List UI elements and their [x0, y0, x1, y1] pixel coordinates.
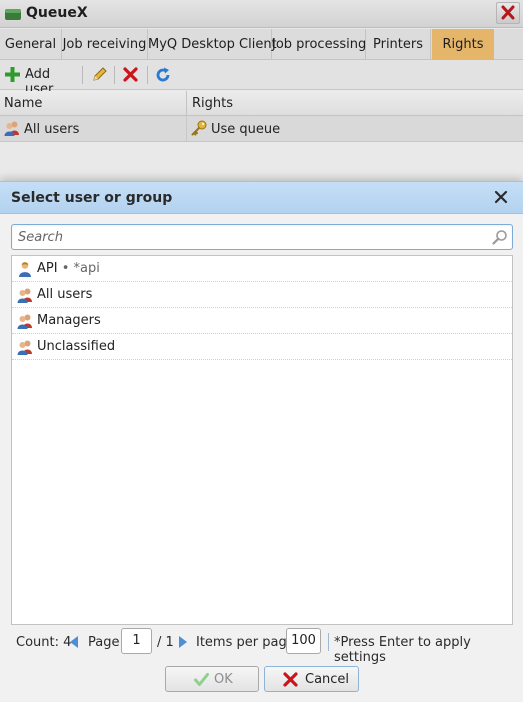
column-header-rights[interactable]: Rights: [187, 91, 523, 116]
list-item-label: API • *api: [37, 261, 100, 276]
list-item[interactable]: Managers: [12, 308, 512, 334]
toolbar-divider: [114, 66, 115, 84]
group-icon: [4, 121, 19, 136]
dialog-header: Select user or group: [0, 182, 523, 214]
delete-icon: [283, 672, 298, 687]
row-name-cell: All users: [4, 120, 79, 137]
refresh-button[interactable]: [153, 64, 173, 86]
group-icon: [17, 288, 32, 303]
list-item-label: Unclassified: [37, 339, 116, 354]
select-user-dialog: Select user or group API • *api: [0, 181, 523, 702]
list-item[interactable]: Unclassified: [12, 334, 512, 360]
pager-hint: *Press Enter to apply settings: [334, 635, 471, 665]
search-box: [11, 224, 513, 250]
search-input[interactable]: [18, 228, 488, 246]
column-divider: [186, 116, 187, 142]
checkmark-icon: [194, 673, 209, 686]
toolbar: Add user: [0, 60, 523, 97]
search-icon[interactable]: [492, 229, 508, 245]
rights-grid-header: Name Rights: [0, 91, 523, 116]
app-title: QueueX: [26, 5, 88, 21]
cancel-button[interactable]: Cancel: [264, 666, 359, 692]
list-item[interactable]: API • *api: [12, 256, 512, 282]
ok-button[interactable]: OK: [165, 666, 259, 692]
page-number-input[interactable]: 1: [121, 628, 152, 654]
tab-job-receiving[interactable]: Job receiving: [62, 29, 148, 60]
close-icon: [501, 5, 515, 20]
user-group-list: API • *api All users Managers Unclassifi…: [11, 255, 513, 625]
delete-button[interactable]: [121, 64, 141, 86]
row-rights-cell: Use queue: [191, 120, 280, 137]
pager-divider: [328, 633, 329, 651]
app-titlebar: QueueX: [0, 0, 523, 28]
list-item-name: API: [37, 261, 58, 276]
table-row[interactable]: All users Use queue: [0, 116, 523, 142]
list-item-username: • *api: [57, 261, 100, 276]
window-close-button[interactable]: [496, 2, 520, 24]
list-item-label: All users: [37, 287, 93, 302]
previous-page-icon[interactable]: [70, 636, 79, 648]
column-header-name[interactable]: Name: [0, 91, 187, 116]
tab-rights[interactable]: Rights: [432, 29, 494, 60]
next-page-icon[interactable]: [178, 636, 187, 648]
add-user-button[interactable]: Add user: [3, 64, 79, 97]
page-total: / 1: [157, 635, 174, 650]
dialog-title: Select user or group: [11, 190, 173, 206]
item-count: Count: 4: [16, 635, 72, 650]
refresh-icon: [156, 67, 170, 82]
tab-bar: General Job receiving MyQ Desktop Client…: [0, 29, 523, 60]
toolbar-divider: [82, 66, 83, 84]
items-per-page-input[interactable]: 100: [286, 628, 321, 654]
plus-icon: [5, 67, 20, 82]
row-name-text: All users: [24, 122, 80, 137]
tab-printers[interactable]: Printers: [366, 29, 431, 60]
page-label: Page:: [88, 635, 124, 650]
tab-general[interactable]: General: [0, 29, 62, 60]
group-icon: [17, 340, 32, 355]
ok-button-label: OK: [214, 672, 233, 687]
close-icon[interactable]: [493, 189, 509, 205]
pager: Count: 4 Page: 1 / 1 Items per page: 100…: [0, 624, 523, 665]
row-rights-text: Use queue: [211, 122, 281, 137]
tab-myq-desktop-client[interactable]: MyQ Desktop Client: [148, 29, 277, 60]
cancel-button-label: Cancel: [305, 672, 350, 687]
tab-job-processing[interactable]: Job processing: [272, 29, 366, 60]
edit-button[interactable]: [89, 64, 109, 86]
pencil-icon: [93, 67, 107, 81]
items-per-page-label: Items per page:: [196, 635, 300, 650]
queue-icon: [5, 9, 21, 20]
toolbar-divider: [147, 66, 148, 84]
key-icon: [191, 120, 207, 136]
list-item[interactable]: All users: [12, 282, 512, 308]
list-item-label: Managers: [37, 313, 101, 328]
delete-icon: [123, 67, 138, 82]
group-icon: [17, 314, 32, 329]
user-icon: [19, 262, 31, 277]
